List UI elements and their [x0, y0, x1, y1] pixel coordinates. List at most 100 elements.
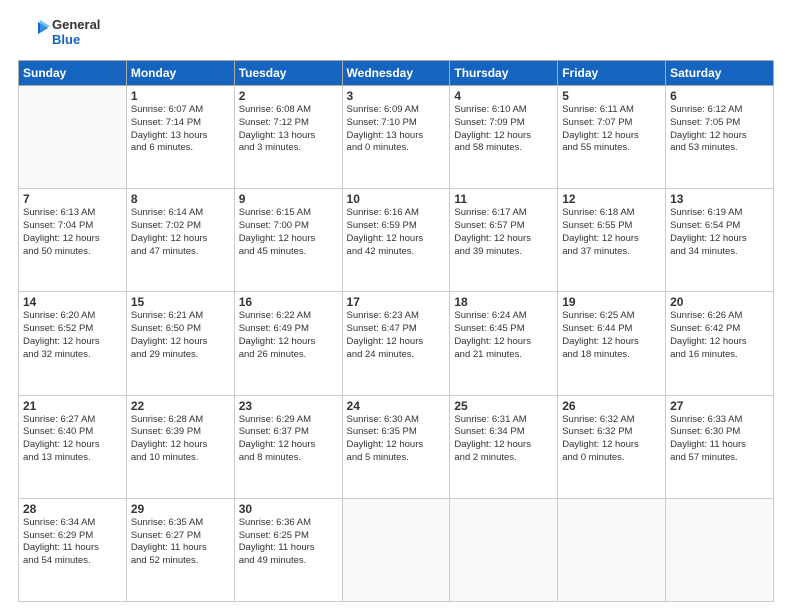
page-header: General Blue: [18, 18, 774, 52]
day-info: Sunrise: 6:22 AMSunset: 6:49 PMDaylight:…: [239, 310, 338, 361]
day-info: Sunrise: 6:15 AMSunset: 7:00 PMDaylight:…: [239, 207, 338, 258]
day-number: 20: [670, 295, 769, 309]
calendar-cell: 12Sunrise: 6:18 AMSunset: 6:55 PMDayligh…: [558, 189, 666, 292]
calendar-cell: 20Sunrise: 6:26 AMSunset: 6:42 PMDayligh…: [666, 292, 774, 395]
calendar-cell: 28Sunrise: 6:34 AMSunset: 6:29 PMDayligh…: [19, 498, 127, 601]
calendar-week-row: 7Sunrise: 6:13 AMSunset: 7:04 PMDaylight…: [19, 189, 774, 292]
day-number: 29: [131, 502, 230, 516]
day-number: 15: [131, 295, 230, 309]
calendar-cell: [342, 498, 450, 601]
day-info: Sunrise: 6:12 AMSunset: 7:05 PMDaylight:…: [670, 104, 769, 155]
day-number: 16: [239, 295, 338, 309]
calendar-cell: 1Sunrise: 6:07 AMSunset: 7:14 PMDaylight…: [126, 86, 234, 189]
day-info: Sunrise: 6:20 AMSunset: 6:52 PMDaylight:…: [23, 310, 122, 361]
day-number: 8: [131, 192, 230, 206]
calendar-weekday-tuesday: Tuesday: [234, 61, 342, 86]
calendar-cell: 27Sunrise: 6:33 AMSunset: 6:30 PMDayligh…: [666, 395, 774, 498]
day-info: Sunrise: 6:14 AMSunset: 7:02 PMDaylight:…: [131, 207, 230, 258]
calendar-cell: 29Sunrise: 6:35 AMSunset: 6:27 PMDayligh…: [126, 498, 234, 601]
calendar-cell: 30Sunrise: 6:36 AMSunset: 6:25 PMDayligh…: [234, 498, 342, 601]
day-number: 7: [23, 192, 122, 206]
day-info: Sunrise: 6:08 AMSunset: 7:12 PMDaylight:…: [239, 104, 338, 155]
logo-general: General: [52, 18, 100, 33]
day-info: Sunrise: 6:28 AMSunset: 6:39 PMDaylight:…: [131, 414, 230, 465]
calendar-weekday-friday: Friday: [558, 61, 666, 86]
day-number: 22: [131, 399, 230, 413]
day-number: 28: [23, 502, 122, 516]
day-info: Sunrise: 6:31 AMSunset: 6:34 PMDaylight:…: [454, 414, 553, 465]
day-info: Sunrise: 6:21 AMSunset: 6:50 PMDaylight:…: [131, 310, 230, 361]
calendar-cell: 23Sunrise: 6:29 AMSunset: 6:37 PMDayligh…: [234, 395, 342, 498]
day-info: Sunrise: 6:34 AMSunset: 6:29 PMDaylight:…: [23, 517, 122, 568]
calendar-cell: 15Sunrise: 6:21 AMSunset: 6:50 PMDayligh…: [126, 292, 234, 395]
day-info: Sunrise: 6:35 AMSunset: 6:27 PMDaylight:…: [131, 517, 230, 568]
day-info: Sunrise: 6:07 AMSunset: 7:14 PMDaylight:…: [131, 104, 230, 155]
day-number: 13: [670, 192, 769, 206]
calendar-cell: 5Sunrise: 6:11 AMSunset: 7:07 PMDaylight…: [558, 86, 666, 189]
calendar-weekday-wednesday: Wednesday: [342, 61, 450, 86]
day-info: Sunrise: 6:27 AMSunset: 6:40 PMDaylight:…: [23, 414, 122, 465]
calendar-cell: 13Sunrise: 6:19 AMSunset: 6:54 PMDayligh…: [666, 189, 774, 292]
calendar-weekday-thursday: Thursday: [450, 61, 558, 86]
calendar-week-row: 14Sunrise: 6:20 AMSunset: 6:52 PMDayligh…: [19, 292, 774, 395]
calendar-cell: 11Sunrise: 6:17 AMSunset: 6:57 PMDayligh…: [450, 189, 558, 292]
calendar-weekday-sunday: Sunday: [19, 61, 127, 86]
day-number: 14: [23, 295, 122, 309]
calendar-cell: 19Sunrise: 6:25 AMSunset: 6:44 PMDayligh…: [558, 292, 666, 395]
logo-icon: [18, 18, 50, 52]
calendar-cell: 2Sunrise: 6:08 AMSunset: 7:12 PMDaylight…: [234, 86, 342, 189]
logo-blue: Blue: [52, 33, 100, 48]
day-info: Sunrise: 6:33 AMSunset: 6:30 PMDaylight:…: [670, 414, 769, 465]
calendar-cell: 18Sunrise: 6:24 AMSunset: 6:45 PMDayligh…: [450, 292, 558, 395]
calendar-cell: 24Sunrise: 6:30 AMSunset: 6:35 PMDayligh…: [342, 395, 450, 498]
calendar-cell: 3Sunrise: 6:09 AMSunset: 7:10 PMDaylight…: [342, 86, 450, 189]
day-number: 19: [562, 295, 661, 309]
day-number: 23: [239, 399, 338, 413]
calendar-cell: [558, 498, 666, 601]
day-info: Sunrise: 6:32 AMSunset: 6:32 PMDaylight:…: [562, 414, 661, 465]
day-number: 26: [562, 399, 661, 413]
calendar-cell: 6Sunrise: 6:12 AMSunset: 7:05 PMDaylight…: [666, 86, 774, 189]
day-number: 24: [347, 399, 446, 413]
day-info: Sunrise: 6:23 AMSunset: 6:47 PMDaylight:…: [347, 310, 446, 361]
calendar-cell: 9Sunrise: 6:15 AMSunset: 7:00 PMDaylight…: [234, 189, 342, 292]
day-number: 25: [454, 399, 553, 413]
day-number: 11: [454, 192, 553, 206]
day-info: Sunrise: 6:19 AMSunset: 6:54 PMDaylight:…: [670, 207, 769, 258]
calendar-weekday-saturday: Saturday: [666, 61, 774, 86]
calendar-cell: [450, 498, 558, 601]
logo: General Blue: [18, 18, 100, 52]
day-number: 9: [239, 192, 338, 206]
day-info: Sunrise: 6:10 AMSunset: 7:09 PMDaylight:…: [454, 104, 553, 155]
calendar-cell: 25Sunrise: 6:31 AMSunset: 6:34 PMDayligh…: [450, 395, 558, 498]
day-info: Sunrise: 6:26 AMSunset: 6:42 PMDaylight:…: [670, 310, 769, 361]
calendar-cell: [19, 86, 127, 189]
calendar-table: SundayMondayTuesdayWednesdayThursdayFrid…: [18, 60, 774, 602]
day-number: 3: [347, 89, 446, 103]
calendar-cell: 21Sunrise: 6:27 AMSunset: 6:40 PMDayligh…: [19, 395, 127, 498]
calendar-cell: 26Sunrise: 6:32 AMSunset: 6:32 PMDayligh…: [558, 395, 666, 498]
day-info: Sunrise: 6:11 AMSunset: 7:07 PMDaylight:…: [562, 104, 661, 155]
day-number: 1: [131, 89, 230, 103]
day-number: 5: [562, 89, 661, 103]
day-number: 4: [454, 89, 553, 103]
calendar-weekday-monday: Monday: [126, 61, 234, 86]
day-number: 2: [239, 89, 338, 103]
calendar-week-row: 21Sunrise: 6:27 AMSunset: 6:40 PMDayligh…: [19, 395, 774, 498]
day-number: 12: [562, 192, 661, 206]
day-info: Sunrise: 6:09 AMSunset: 7:10 PMDaylight:…: [347, 104, 446, 155]
calendar-week-row: 1Sunrise: 6:07 AMSunset: 7:14 PMDaylight…: [19, 86, 774, 189]
calendar-cell: 17Sunrise: 6:23 AMSunset: 6:47 PMDayligh…: [342, 292, 450, 395]
day-number: 18: [454, 295, 553, 309]
calendar-cell: 8Sunrise: 6:14 AMSunset: 7:02 PMDaylight…: [126, 189, 234, 292]
calendar-cell: 10Sunrise: 6:16 AMSunset: 6:59 PMDayligh…: [342, 189, 450, 292]
calendar-cell: 7Sunrise: 6:13 AMSunset: 7:04 PMDaylight…: [19, 189, 127, 292]
day-number: 27: [670, 399, 769, 413]
calendar-header-row: SundayMondayTuesdayWednesdayThursdayFrid…: [19, 61, 774, 86]
day-number: 17: [347, 295, 446, 309]
day-info: Sunrise: 6:16 AMSunset: 6:59 PMDaylight:…: [347, 207, 446, 258]
day-info: Sunrise: 6:30 AMSunset: 6:35 PMDaylight:…: [347, 414, 446, 465]
day-info: Sunrise: 6:25 AMSunset: 6:44 PMDaylight:…: [562, 310, 661, 361]
day-info: Sunrise: 6:36 AMSunset: 6:25 PMDaylight:…: [239, 517, 338, 568]
day-info: Sunrise: 6:18 AMSunset: 6:55 PMDaylight:…: [562, 207, 661, 258]
